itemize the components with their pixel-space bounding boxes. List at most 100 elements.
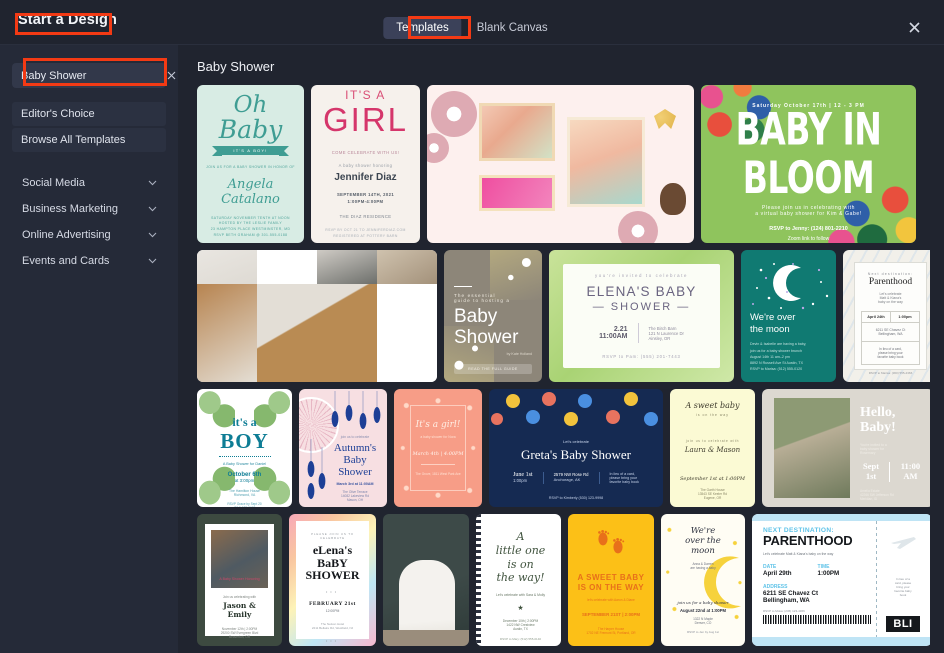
sidebar-item-business-marketing[interactable]: Business Marketing	[12, 196, 166, 222]
little-one-addr2: Austin, TX	[513, 627, 528, 631]
little-one-rsvp: RSVP to Mary: (512) 555-0140	[499, 637, 542, 641]
balloon-decor	[660, 183, 686, 215]
template-card-coral-girl[interactable]: It's a girl! a baby shower for Nora Marc…	[394, 389, 482, 507]
barcode-decor	[763, 614, 871, 624]
mode-tabs: Templates Blank Canvas	[383, 17, 560, 39]
bloom-rsvp: RSVP to Jenny: (124) 801-2210	[769, 225, 848, 232]
template-card-jason-emily[interactable]: A Baby Shower Honoring Join us celebrati…	[197, 514, 282, 646]
jason-emily-photo-caption: A Baby Shower Honoring	[219, 577, 260, 581]
template-card-photo-collage[interactable]	[427, 85, 694, 243]
oh-baby-line2: Baby	[218, 115, 283, 145]
boy-addr2: Richmond, VA	[233, 493, 256, 498]
autumn-kicker: join us to celebrate	[340, 435, 370, 439]
template-card-hello-baby[interactable]: Hello, Baby! You're invited to a baby sh…	[762, 389, 930, 507]
sweet-yellow-line1: A SWEET BABY	[577, 573, 645, 582]
dot-decor: •••	[325, 588, 340, 594]
parenthood-rsvp: RSVP to Marisa: (360) 555-4366	[868, 371, 913, 375]
elena-grad-date: FEBRUARY 21st	[309, 600, 356, 607]
template-card-little-one[interactable]: A little one is on the way! Let's celebr…	[476, 514, 561, 646]
elena-grad-kicker: PLEASE JOIN US TO CELEBRATE	[311, 532, 354, 540]
coral-headline: It's a girl!	[415, 420, 461, 430]
template-card-its-a-girl[interactable]: IT'S A GIRL COME CELEBRATE WITH US! A ba…	[311, 85, 420, 243]
grid-photo	[377, 250, 437, 284]
sidebar-item-social-media[interactable]: Social Media	[12, 170, 166, 196]
guide-line1: Baby	[454, 306, 498, 327]
boarding-stub-note5: book	[899, 592, 907, 597]
template-card-oh-baby[interactable]: Oh Baby IT'S A BOY! JOIN US FOR A BABY S…	[197, 85, 304, 243]
template-card-baby-in-bloom[interactable]: Saturday October 17th | 12 - 3 PM BABY I…	[701, 85, 916, 243]
template-card-essential-guide[interactable]: The essential guide to hosting a Baby Sh…	[444, 250, 542, 382]
elena-green-kicker: you're invited to celebrate	[594, 273, 689, 278]
tab-blank-canvas[interactable]: Blank Canvas	[464, 17, 561, 39]
sidebar-item-editors-choice[interactable]: Editor's Choice	[12, 102, 166, 126]
collage-photo-2	[479, 175, 555, 211]
divider	[218, 456, 271, 458]
search-input[interactable]	[21, 69, 163, 82]
spiral-binding-decor	[476, 514, 481, 646]
sidebar-item-events-and-cards[interactable]: Events and Cards	[12, 248, 166, 274]
jason-emily-kicker: Join us celebrating with	[222, 595, 257, 599]
template-card-boarding-pass[interactable]: NEXT DESTINATION: PARENTHOOD Let's celeb…	[752, 514, 930, 646]
template-card-elena-green[interactable]: you're invited to celebrate ELENA'S BABY…	[549, 250, 734, 382]
autumn-addr3: Mason, OH	[346, 498, 364, 503]
parenthood-kicker: Next destination:	[867, 272, 914, 276]
elena-green-addr2: 121 N Laurence Dr	[648, 330, 684, 336]
collage-photo-3	[567, 117, 645, 207]
autumn-line3: Shower	[338, 466, 372, 479]
moon-yellow-rsvp: RSVP to Jen by Aug 1st	[687, 630, 719, 634]
coral-date: March 4th | 4:00PM	[412, 451, 464, 457]
template-card-its-a-boy[interactable]: it's a BOY A Baby Shower for Daniel Octo…	[197, 389, 292, 507]
search-box[interactable]	[12, 63, 203, 88]
little-one-line2: little one	[495, 543, 546, 557]
template-card-nursery-grid[interactable]	[197, 250, 437, 382]
hello-baby-photo	[774, 398, 850, 498]
category-list: Social Media Business Marketing Online A…	[12, 170, 166, 274]
template-card-over-the-moon[interactable]: We're over the moon Devin & Isabelle are…	[741, 250, 836, 382]
tab-templates[interactable]: Templates	[383, 17, 462, 39]
template-card-sweet-baby-yellow[interactable]: A SWEET BABY IS ON THE WAY let's celebra…	[568, 514, 654, 646]
clear-icon[interactable]	[163, 68, 179, 84]
boarding-address1: 6211 SE Chavez Ct	[763, 589, 819, 597]
hello-baby-line1: Hello,	[860, 405, 896, 420]
sweet-cream-names: Laura & Mason	[684, 446, 741, 454]
template-card-greta[interactable]: Let's celebrate Greta's Baby Shower June…	[489, 389, 663, 507]
girl-date: SEPTEMBER 14TH, 2021	[336, 191, 395, 197]
bloom-line2: a virtual baby shower for Kim & Gabe!	[755, 210, 862, 217]
template-card-moon-yellow[interactable]: We're over the moon Anna & Darren are ha…	[661, 514, 745, 646]
guide-line2: Shower	[454, 327, 519, 349]
template-card-autumn-dreamcatcher[interactable]: join us to celebrate Autumn's Baby Showe…	[299, 389, 387, 507]
template-card-elena-gradient[interactable]: PLEASE JOIN US TO CELEBRATE eLena's BaBY…	[289, 514, 376, 646]
coral-sub: a baby shower for Nora	[420, 435, 456, 439]
boarding-sub: Let's celebrate Matt & Kiana's baby on t…	[763, 551, 834, 556]
sidebar-item-browse-all-templates[interactable]: Browse All Templates	[12, 128, 166, 152]
elena-green-addr3: Ainsley, OR	[648, 335, 671, 341]
oh-baby-name1: Angela	[227, 176, 274, 192]
sweet-yellow-addr2: 1702 NE Fremont St, Portland, OR	[586, 631, 636, 636]
sweet-cream-date: September 1st at 1:00PM	[679, 476, 746, 482]
greta-time: 1:00pm	[513, 478, 528, 483]
greta-note3: favorite baby book	[609, 480, 639, 484]
template-card-parenthood-map[interactable]: Next destination: Parenthood Let's celeb…	[843, 250, 930, 382]
template-card-pregnancy-photo[interactable]	[383, 514, 469, 646]
moon-yellow-sub2: are having a baby	[690, 566, 716, 571]
elena-grad-line3: SHOWER	[305, 568, 360, 583]
guide-kicker2: guide to hosting a	[454, 298, 511, 303]
divider	[637, 323, 639, 343]
girl-line2: A baby shower honoring	[338, 163, 393, 169]
grid-photo	[377, 284, 437, 382]
elena-green-line1: ELENA'S BABY	[586, 284, 697, 299]
dot-decor: •••	[325, 637, 340, 643]
boarding-stub-note4: favorite baby	[894, 588, 912, 593]
oh-baby-line1: Oh	[233, 92, 268, 119]
elena-green-date: 2.21	[613, 326, 628, 333]
grid-photo	[317, 250, 377, 284]
flower-decor	[431, 91, 477, 137]
template-card-sweet-baby-cream[interactable]: A sweet baby is on the way join us to ce…	[670, 389, 755, 507]
greta-rsvp: RSVP to Kimberly (530) 123-9998	[548, 496, 604, 500]
rule-decor	[454, 286, 472, 287]
grid-photo	[197, 284, 257, 382]
butterfly-decor	[654, 109, 676, 129]
close-icon[interactable]	[906, 19, 922, 35]
sidebar-item-online-advertising[interactable]: Online Advertising	[12, 222, 166, 248]
guide-cta-button[interactable]: READ THE FULL GUIDE	[454, 363, 532, 374]
